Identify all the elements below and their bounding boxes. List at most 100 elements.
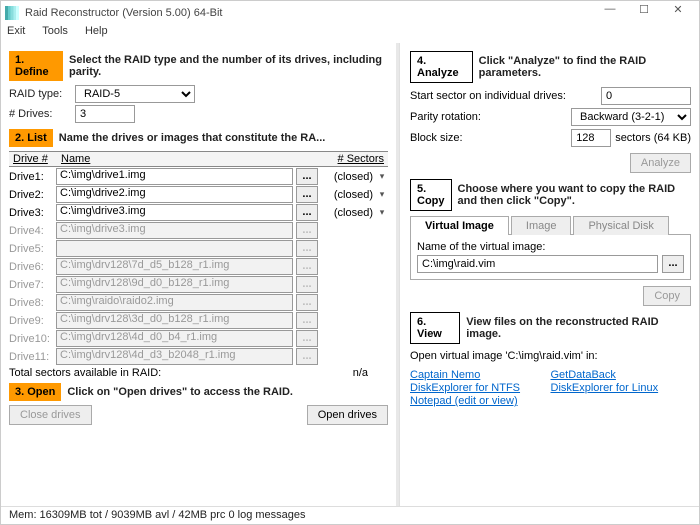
drive-row-9: Drive9:C:\img\drv128\3d_d0_b128_r1.img..…: [9, 312, 388, 329]
tab-body: Name of the virtual image: ...: [410, 235, 691, 280]
drive-label: Drive10:: [9, 333, 53, 345]
drive-path-input[interactable]: C:\img\drive2.img: [56, 186, 293, 203]
vim-label: Name of the virtual image:: [417, 241, 684, 253]
drive-browse-button: ...: [296, 240, 318, 257]
step-6-view-badge: 6. View: [410, 312, 460, 344]
step-6-text: View files on the reconstructed RAID ima…: [466, 316, 691, 340]
link-diskexplorer-ntfs[interactable]: DiskExplorer for NTFS: [410, 382, 551, 394]
link-getdataback[interactable]: GetDataBack: [551, 369, 692, 381]
drive-browse-button: ...: [296, 258, 318, 275]
drive-label: Drive2:: [9, 189, 53, 201]
copy-button[interactable]: Copy: [643, 286, 691, 306]
drive-path-input[interactable]: C:\img\drive3.img: [56, 204, 293, 221]
analyze-button[interactable]: Analyze: [630, 153, 691, 173]
drive-label: Drive8:: [9, 297, 53, 309]
vim-path-input[interactable]: [417, 255, 658, 273]
app-icon: [5, 6, 19, 20]
menu-exit[interactable]: Exit: [7, 25, 25, 37]
drive-status: (closed): [321, 189, 373, 201]
vim-browse-button[interactable]: ...: [662, 255, 684, 273]
link-captain-nemo[interactable]: Captain Nemo: [410, 369, 551, 381]
drive-path-input[interactable]: C:\img\drive1.img: [56, 168, 293, 185]
chevron-down-icon[interactable]: ▾: [376, 171, 388, 182]
raid-type-select[interactable]: RAID-5: [75, 85, 195, 103]
drive-label: Drive9:: [9, 315, 53, 327]
open-drives-button[interactable]: Open drives: [307, 405, 388, 425]
drive-path-input: C:\img\raido\raido2.img: [56, 294, 293, 311]
raid-type-label: RAID type:: [9, 88, 69, 100]
tab-image[interactable]: Image: [511, 216, 572, 235]
drive-label: Drive5:: [9, 243, 53, 255]
total-sectors-value: n/a: [328, 367, 368, 379]
drive-label: Drive6:: [9, 261, 53, 273]
step-1-text: Select the RAID type and the number of i…: [69, 54, 388, 78]
drive-browse-button[interactable]: ...: [296, 204, 318, 221]
parity-rotation-select[interactable]: Backward (3-2-1): [571, 108, 691, 126]
link-diskexplorer-linux[interactable]: DiskExplorer for Linux: [551, 382, 692, 394]
step-4-text: Click "Analyze" to find the RAID paramet…: [479, 55, 691, 79]
drive-browse-button[interactable]: ...: [296, 168, 318, 185]
drive-label: Drive4:: [9, 225, 53, 237]
drive-browse-button: ...: [296, 294, 318, 311]
menu-help[interactable]: Help: [85, 25, 108, 37]
drive-row-6: Drive6:C:\img\drv128\7d_d5_b128_r1.img..…: [9, 258, 388, 275]
step-5-text: Choose where you want to copy the RAID a…: [458, 183, 692, 207]
drive-status: (closed): [321, 207, 373, 219]
start-sector-input[interactable]: [601, 87, 691, 105]
view-open-label: Open virtual image 'C:\img\raid.vim' in:: [410, 350, 691, 362]
copy-tabs: Virtual Image Image Physical Disk: [410, 215, 691, 235]
title-bar: Raid Reconstructor (Version 5.00) 64-Bit…: [1, 1, 699, 25]
drive-row-3: Drive3:C:\img\drive3.img...(closed)▾: [9, 204, 388, 221]
drive-label: Drive1:: [9, 171, 53, 183]
close-button[interactable]: ✕: [661, 3, 695, 23]
total-sectors-label: Total sectors available in RAID:: [9, 367, 328, 379]
step-3-open-badge: 3. Open: [9, 383, 61, 401]
drive-browse-button: ...: [296, 312, 318, 329]
block-size-label: Block size:: [410, 132, 567, 144]
drive-row-2: Drive2:C:\img\drive2.img...(closed)▾: [9, 186, 388, 203]
menu-tools[interactable]: Tools: [42, 25, 68, 37]
drive-browse-button: ...: [296, 276, 318, 293]
drive-path-input: C:\img\drive3.img: [56, 222, 293, 239]
col-drive-num[interactable]: Drive #: [13, 153, 61, 165]
drive-list: Drive1:C:\img\drive1.img...(closed)▾Driv…: [9, 168, 388, 365]
num-drives-input[interactable]: [75, 105, 135, 123]
link-notepad[interactable]: Notepad (edit or view): [410, 395, 551, 407]
window-title: Raid Reconstructor (Version 5.00) 64-Bit: [25, 7, 593, 19]
drive-path-input: C:\img\drv128\4d_d3_b2048_r1.img: [56, 348, 293, 365]
drive-label: Drive11:: [9, 351, 53, 363]
step-5-copy-badge: 5. Copy: [410, 179, 452, 211]
drive-row-1: Drive1:C:\img\drive1.img...(closed)▾: [9, 168, 388, 185]
drive-path-input: [56, 240, 293, 257]
step-1-define-badge: 1. Define: [9, 51, 63, 81]
col-name[interactable]: Name: [61, 153, 322, 165]
num-drives-label: # Drives:: [9, 108, 69, 120]
chevron-down-icon[interactable]: ▾: [376, 189, 388, 200]
drive-row-10: Drive10:C:\img\drv128\4d_d0_b4_r1.img...: [9, 330, 388, 347]
chevron-down-icon[interactable]: ▾: [376, 207, 388, 218]
drive-label: Drive7:: [9, 279, 53, 291]
drive-row-7: Drive7:C:\img\drv128\9d_d0_b128_r1.img..…: [9, 276, 388, 293]
block-size-input[interactable]: [571, 129, 611, 147]
drive-label: Drive3:: [9, 207, 53, 219]
status-bar: Mem: 16309MB tot / 9039MB avl / 42MB prc…: [1, 506, 699, 524]
col-sectors[interactable]: # Sectors: [322, 153, 384, 165]
drive-path-input: C:\img\drv128\9d_d0_b128_r1.img: [56, 276, 293, 293]
parity-rotation-label: Parity rotation:: [410, 111, 567, 123]
step-4-analyze-badge: 4. Analyze: [410, 51, 473, 83]
start-sector-label: Start sector on individual drives:: [410, 90, 597, 102]
close-drives-button[interactable]: Close drives: [9, 405, 92, 425]
tab-physical-disk[interactable]: Physical Disk: [573, 216, 668, 235]
menu-bar: Exit Tools Help: [1, 25, 699, 43]
drive-status: (closed): [321, 171, 373, 183]
drive-row-5: Drive5:...: [9, 240, 388, 257]
step-3-text: Click on "Open drives" to access the RAI…: [67, 386, 293, 398]
step-2-list-badge: 2. List: [9, 129, 53, 147]
tab-virtual-image[interactable]: Virtual Image: [410, 216, 509, 235]
drive-list-header: Drive # Name # Sectors: [9, 151, 388, 167]
minimize-button[interactable]: —: [593, 3, 627, 23]
drive-browse-button[interactable]: ...: [296, 186, 318, 203]
drive-browse-button: ...: [296, 348, 318, 365]
step-2-text: Name the drives or images that constitut…: [59, 132, 326, 144]
maximize-button[interactable]: ☐: [627, 3, 661, 23]
